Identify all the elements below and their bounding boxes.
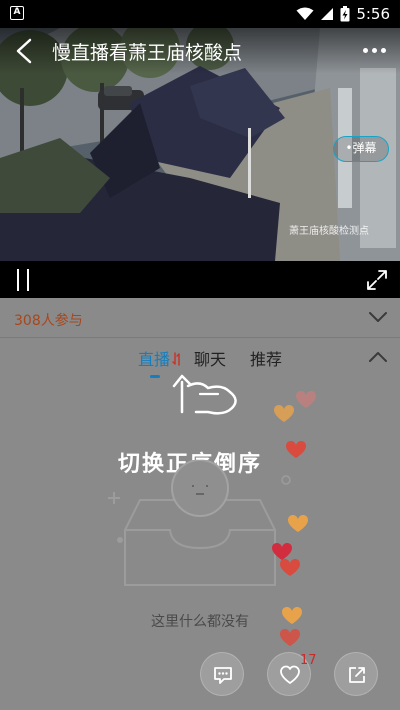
clock: 5:56 — [356, 5, 390, 23]
comment-button[interactable] — [200, 652, 244, 696]
more-icon[interactable] — [358, 38, 390, 62]
pause-icon[interactable] — [14, 269, 34, 291]
video-title: 慢直播看萧王庙核酸点 — [52, 42, 243, 64]
player-control-bar — [0, 261, 400, 298]
like-count: 17 — [300, 653, 317, 668]
status-bar: A 5:56 — [0, 0, 400, 28]
active-tab-indicator — [150, 375, 160, 378]
share-icon — [349, 667, 365, 683]
battery-charging-icon — [340, 6, 350, 22]
status-icons: 5:56 — [296, 4, 390, 24]
fullscreen-icon[interactable] — [366, 269, 388, 291]
pointing-hand-icon — [172, 374, 237, 415]
tab-recommend[interactable]: 推荐 — [250, 346, 282, 370]
app-notification-icon: A — [10, 6, 24, 20]
participants-bar[interactable]: 308人参与 — [0, 298, 400, 338]
empty-state-text: 这里什么都没有 — [151, 614, 249, 630]
video-watermark: 萧王庙核酸检测点 — [289, 226, 369, 237]
danmu-toggle-button[interactable]: •弹幕 — [333, 136, 389, 162]
signal-icon — [321, 8, 334, 20]
back-icon[interactable] — [10, 36, 40, 66]
sort-order-icon[interactable] — [172, 352, 182, 366]
share-button[interactable] — [334, 652, 378, 696]
comment-icon — [214, 667, 232, 684]
heart-icon — [280, 665, 300, 684]
tab-live[interactable]: 直播 — [138, 346, 170, 370]
floating-hearts-animation — [272, 390, 316, 646]
participant-count: 308人参与 — [14, 313, 83, 329]
tab-chat[interactable]: 聊天 — [194, 346, 226, 370]
chevron-down-icon[interactable] — [368, 310, 388, 324]
video-player[interactable]: 慢直播看萧王庙核酸点 •弹幕 萧王庙核酸检测点 — [0, 28, 400, 298]
wifi-icon — [296, 7, 314, 20]
chevron-up-icon[interactable] — [368, 350, 388, 364]
